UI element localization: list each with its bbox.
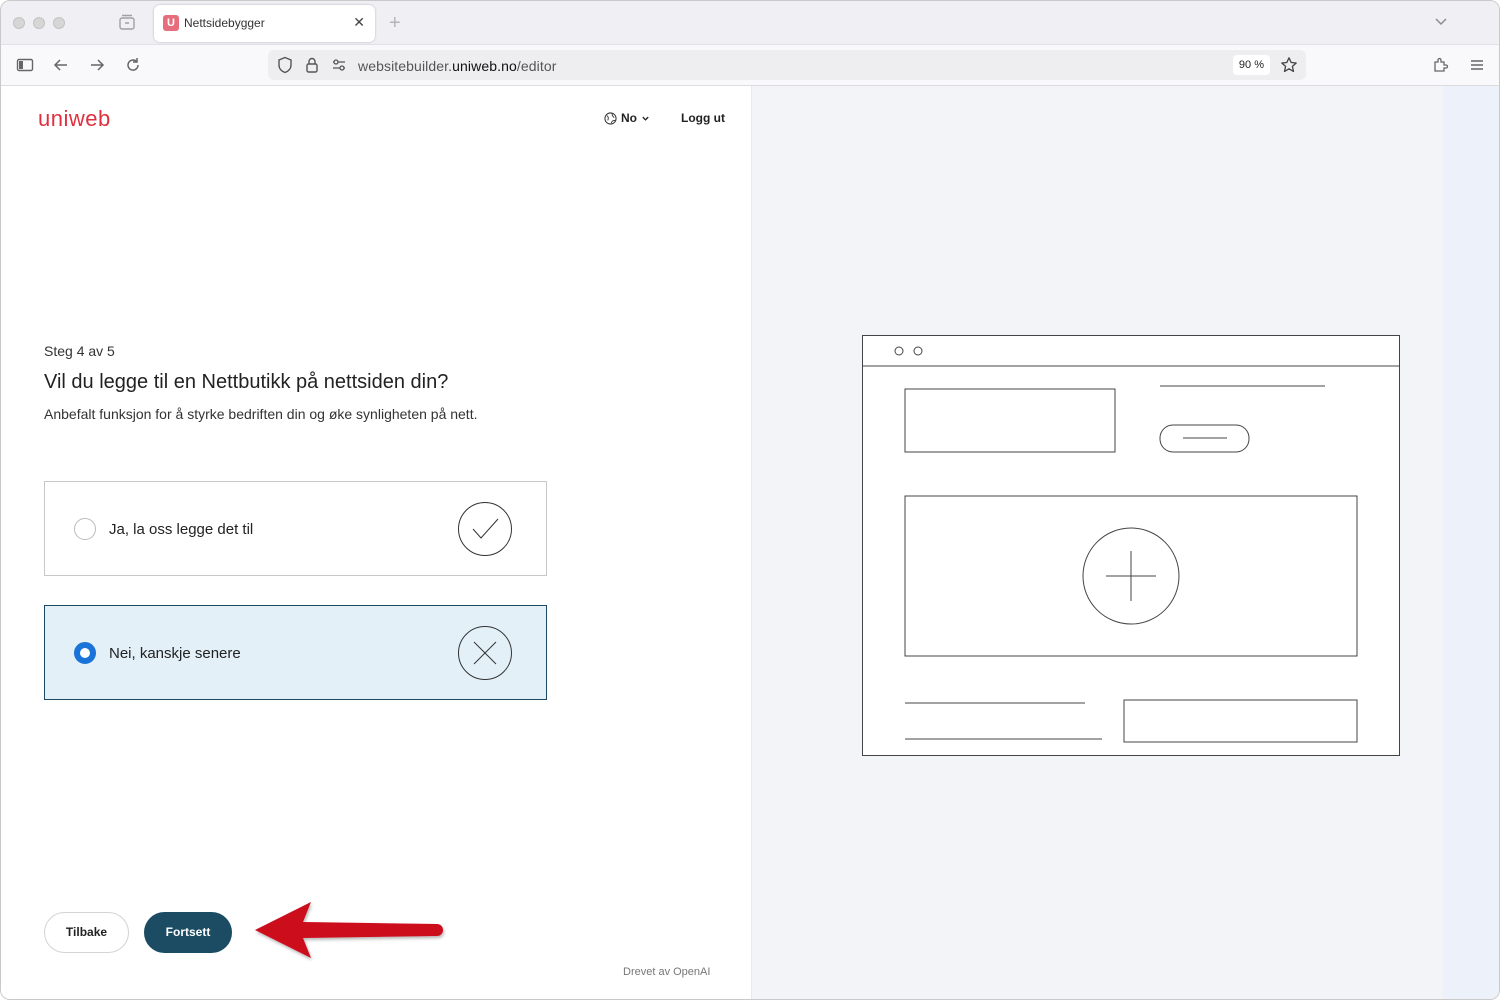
lock-icon[interactable] [305,56,319,74]
preview-panel [751,86,1499,999]
shield-icon[interactable] [277,56,293,74]
chevron-down-icon[interactable] [1433,13,1449,29]
new-tab-icon[interactable]: + [389,12,401,35]
zoom-level[interactable]: 90 % [1232,55,1270,75]
tab-title: Nettsidebygger [184,16,265,30]
globe-icon [604,111,617,125]
zoom-window-button[interactable] [53,17,65,29]
annotation-arrow-icon [255,902,443,958]
bookmark-star-icon[interactable] [1280,56,1298,74]
url-bar[interactable]: websitebuilder.uniweb.no/editor 90 % [268,50,1306,80]
close-tab-icon[interactable]: ✕ [353,14,365,31]
language-selector[interactable]: No [604,111,650,125]
x-circle-icon [458,626,512,680]
site-settings-icon[interactable] [331,57,347,73]
step-indicator: Steg 4 av 5 [44,343,115,359]
menu-icon[interactable] [1468,56,1486,74]
radio-no[interactable] [74,642,96,664]
navigation-bar: websitebuilder.uniweb.no/editor 90 % [1,45,1499,86]
logout-link[interactable]: Logg ut [681,111,725,125]
uniweb-logo[interactable]: uniweb [38,106,111,132]
reload-icon[interactable] [124,56,142,74]
website-wireframe-illustration [862,335,1400,756]
option-yes-label: Ja, la oss legge det til [109,521,254,538]
url-text[interactable]: websitebuilder.uniweb.no/editor [358,58,556,74]
chevron-down-icon [642,116,649,121]
tab-overview-icon[interactable] [117,13,137,33]
radio-yes[interactable] [74,518,96,540]
back-button[interactable]: Tilbake [44,912,129,953]
tab-active[interactable]: U Nettsidebygger ✕ [154,5,375,42]
page-subtitle: Anbefalt funksjon for å styrke bedriften… [44,406,478,422]
continue-button[interactable]: Fortsett [144,912,232,953]
preview-edge [1443,86,1499,999]
page-title: Vil du legge til en Nettbutikk på nettsi… [44,371,449,393]
back-arrow-icon[interactable] [52,56,70,74]
option-no[interactable]: Nei, kanskje senere [44,605,547,700]
forward-arrow-icon[interactable] [88,56,106,74]
check-circle-icon [458,502,512,556]
sidebar-toggle-icon[interactable] [16,56,34,74]
language-label: No [621,111,637,125]
option-no-label: Nei, kanskje senere [109,645,241,662]
powered-by: Drevet av OpenAI [623,966,711,978]
close-window-button[interactable] [13,17,25,29]
extensions-icon[interactable] [1432,56,1450,74]
minimize-window-button[interactable] [33,17,45,29]
wizard-panel: uniweb No Logg ut Steg 4 av 5 Vil du leg… [1,86,751,999]
option-yes[interactable]: Ja, la oss legge det til [44,481,547,576]
browser-window: U Nettsidebygger ✕ + websitebuilder.uniw… [0,0,1500,1000]
tab-bar: U Nettsidebygger ✕ + [1,1,1499,45]
site-favicon-icon: U [163,15,179,31]
